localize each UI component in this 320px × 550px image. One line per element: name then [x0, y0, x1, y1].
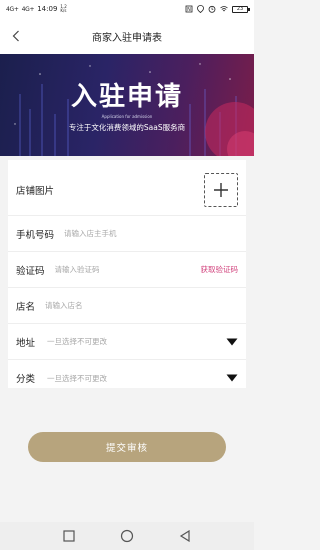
battery-icon: 23	[232, 5, 250, 13]
shop-name-row: 店名	[8, 288, 246, 324]
get-code-button[interactable]: 获取验证码	[201, 264, 239, 275]
status-left: 4G+ 4G+ 14:09 1.2 K/s	[6, 5, 67, 14]
wifi-icon	[220, 6, 228, 12]
shop-name-input[interactable]	[45, 301, 238, 310]
chevron-left-icon	[12, 30, 19, 42]
page-title: 商家入驻申请表	[92, 32, 162, 44]
banner-description: 专注于文化消费领域的SaaS服务商	[68, 123, 186, 132]
nav-bar: 商家入驻申请表	[0, 18, 254, 54]
dropdown-triangle-icon[interactable]	[226, 374, 238, 382]
home-circle-icon[interactable]	[120, 529, 134, 543]
network-speed: 1.2 K/s	[60, 5, 66, 13]
hero-banner: 入驻申请 Application for admission 专注于文化消费领域…	[0, 54, 254, 156]
banner-subtitle-en: Application for admission	[101, 114, 153, 119]
category-value: 一旦选择不可更改	[47, 373, 108, 383]
signal-indicator-1: 4G+	[6, 5, 19, 13]
shop-image-label: 店铺图片	[16, 185, 55, 197]
status-time: 14:09	[37, 5, 58, 13]
phone-row: 手机号码	[8, 216, 246, 252]
location-icon	[197, 5, 204, 13]
phone-label: 手机号码	[16, 229, 55, 241]
status-bar: 4G+ 4G+ 14:09 1.2 K/s N 23	[0, 0, 254, 18]
recent-apps-square-icon[interactable]	[63, 530, 75, 542]
category-label: 分类	[16, 374, 36, 385]
shop-name-label: 店名	[16, 301, 36, 313]
submit-review-button[interactable]: 提交审核	[28, 432, 226, 462]
add-shop-image-button[interactable]	[204, 172, 238, 207]
signal-indicator-2: 4G+	[21, 5, 35, 13]
back-button[interactable]	[8, 27, 24, 45]
banner-title: 入驻申请	[70, 82, 183, 112]
application-form: 店铺图片 手机号码 验证码 获取验证码 店名 地址 一旦选择不可更改 分类 一旦…	[8, 160, 246, 388]
dropdown-triangle-icon[interactable]	[226, 338, 238, 346]
category-select[interactable]: 分类 一旦选择不可更改	[8, 360, 246, 396]
alarm-icon	[208, 5, 216, 13]
shop-image-row: 店铺图片	[8, 164, 246, 216]
verification-code-input[interactable]	[54, 265, 201, 274]
status-right: N 23	[185, 5, 250, 13]
svg-text:N: N	[187, 7, 191, 13]
verification-code-label: 验证码	[16, 265, 45, 277]
system-nav-bar	[0, 522, 254, 550]
address-label: 地址	[16, 337, 36, 349]
verification-code-row: 验证码 获取验证码	[8, 252, 246, 288]
address-select[interactable]: 地址 一旦选择不可更改	[8, 324, 246, 360]
plus-icon	[214, 182, 228, 197]
nfc-icon: N	[185, 5, 193, 13]
network-speed-unit: K/s	[60, 8, 67, 13]
back-triangle-icon[interactable]	[179, 530, 191, 542]
phone-input[interactable]	[64, 229, 238, 238]
address-value: 一旦选择不可更改	[47, 337, 108, 346]
